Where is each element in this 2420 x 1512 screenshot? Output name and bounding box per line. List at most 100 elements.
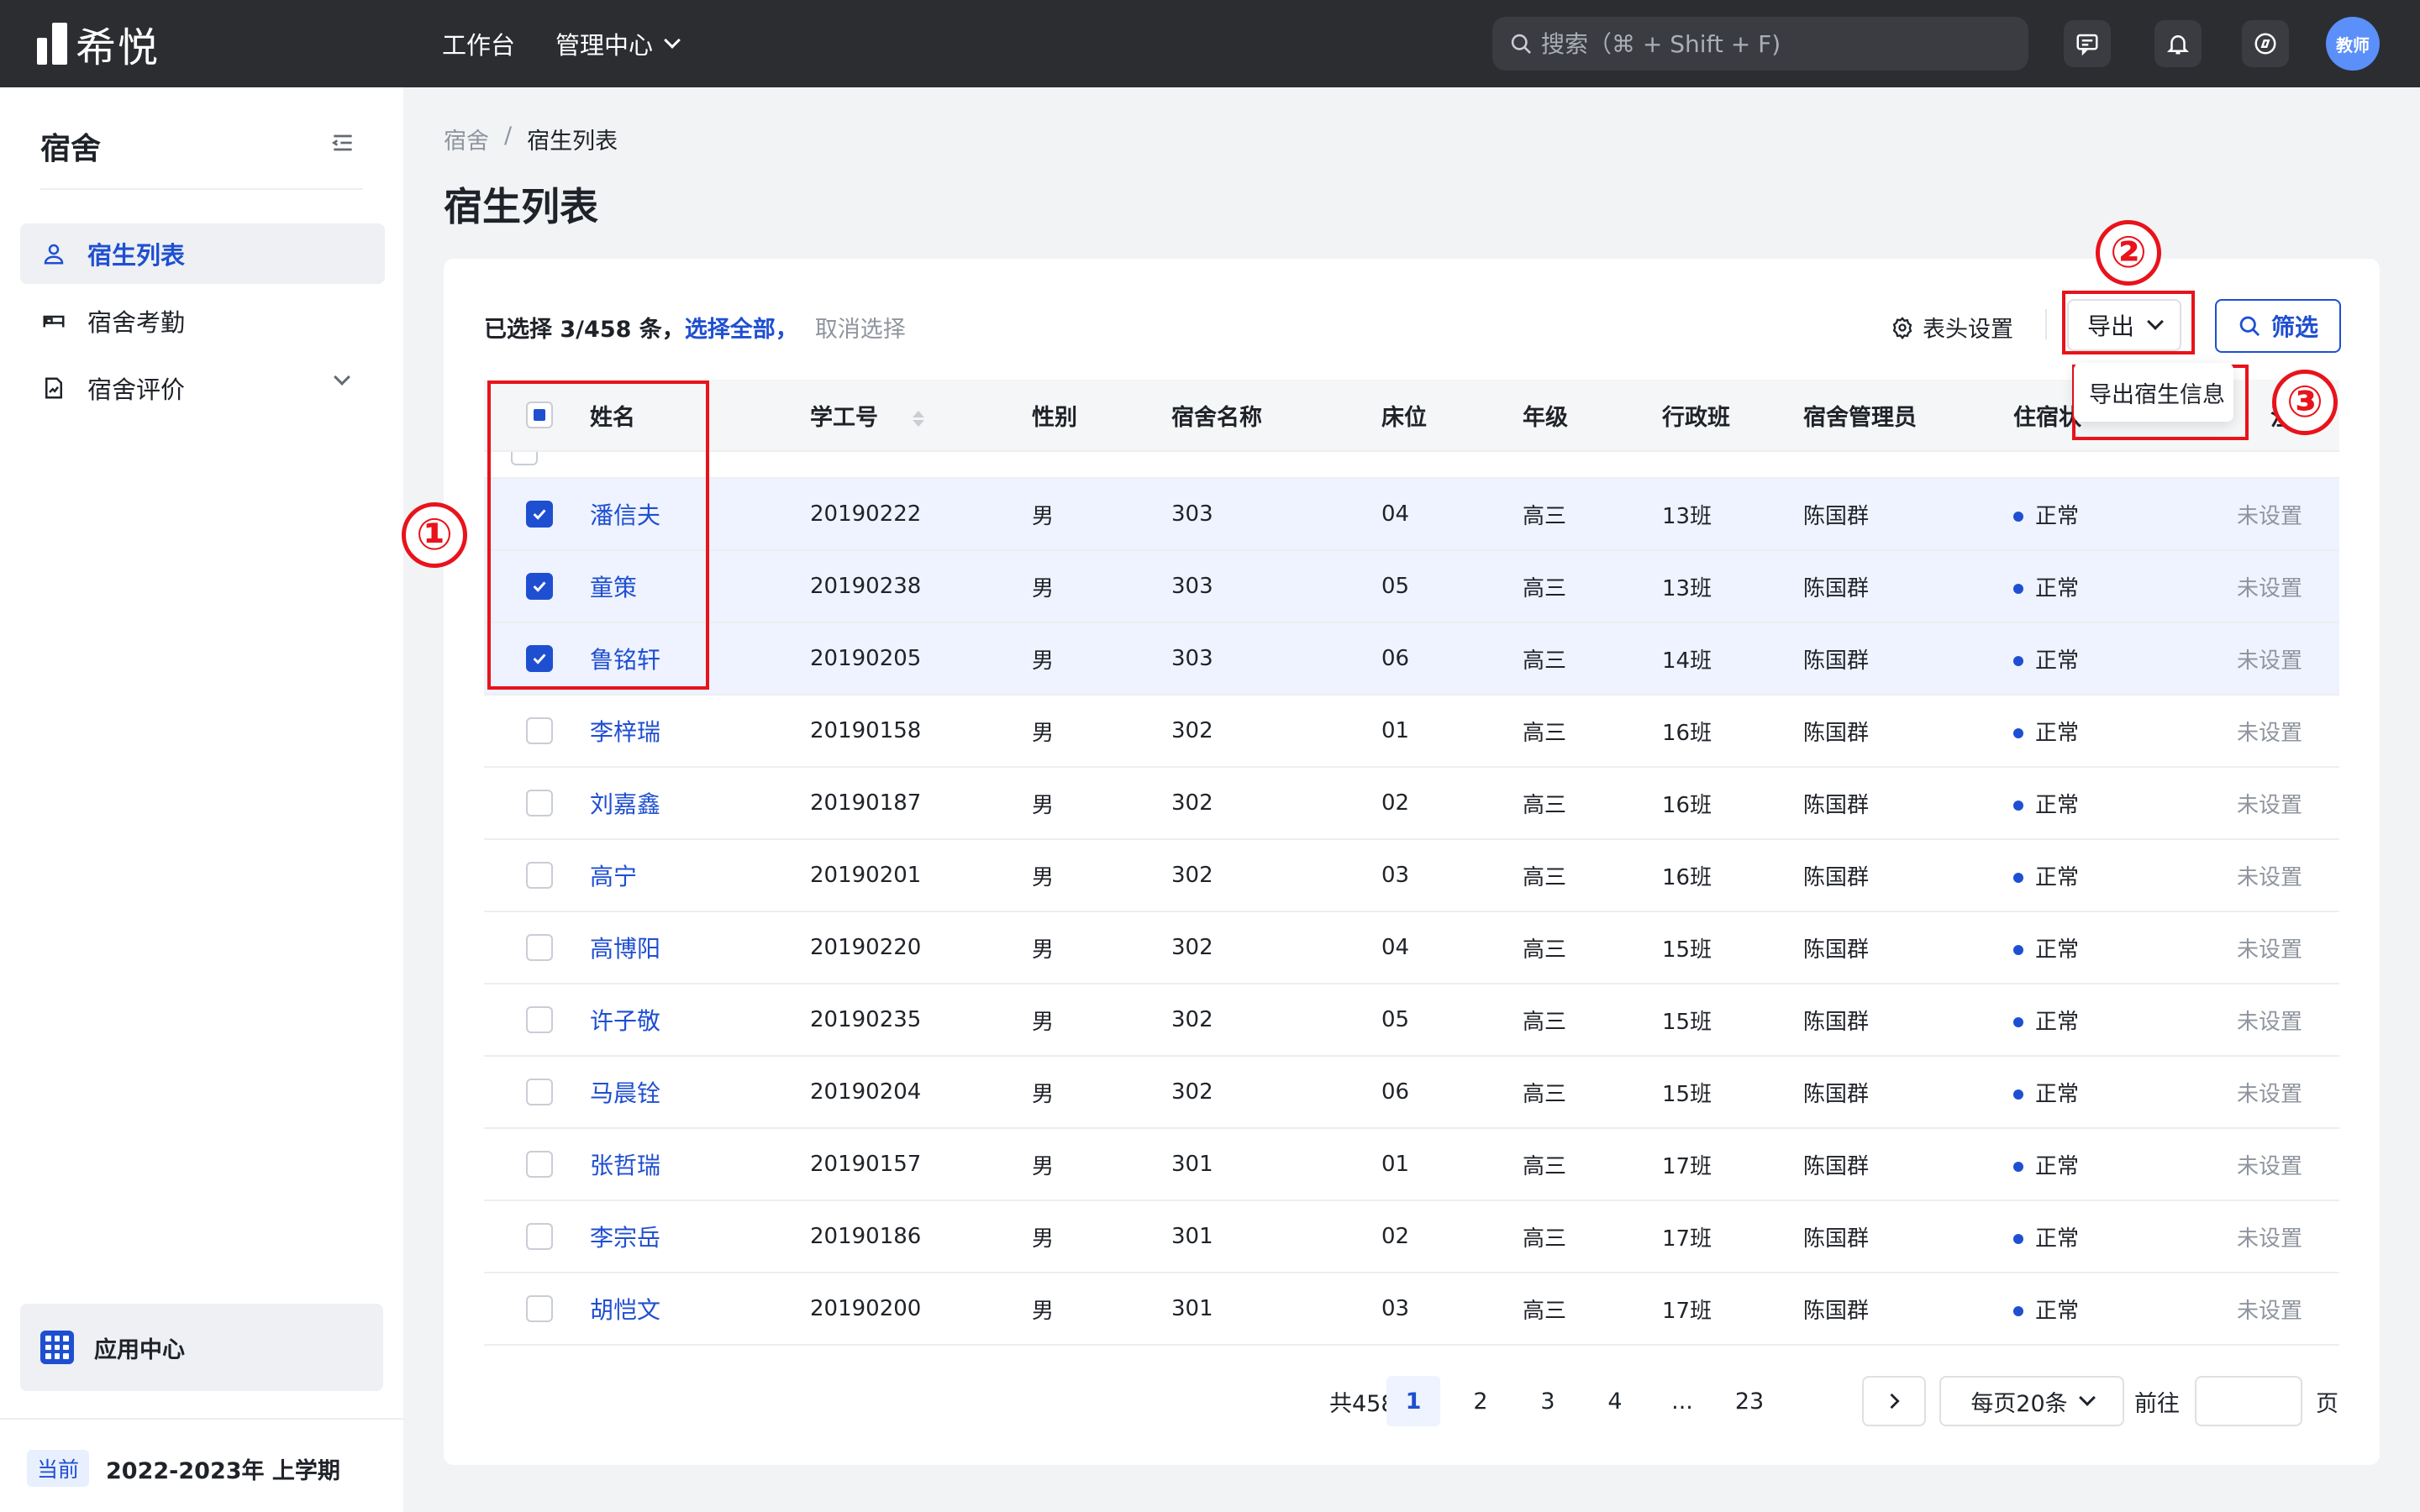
page-ellipsis[interactable]: ... [1655,1376,1709,1426]
export-resident-info-item[interactable]: 导出宿生信息 [2089,376,2225,409]
table-header: 姓名 学工号 性别 宿舍名称 床位 年级 行政班 宿舍管理员 住宿状 注 [484,380,2339,452]
col-bed: 床位 [1381,404,1427,431]
message-button[interactable] [2064,20,2111,67]
page-2[interactable]: 2 [1454,1376,1507,1426]
breadcrumb-root[interactable]: 宿舍 [444,123,489,155]
note: 未设置 [2237,575,2303,601]
resident-name-link[interactable]: 刘嘉鑫 [590,786,810,820]
help-button[interactable] [2242,20,2289,67]
sex: 男 [1032,1298,1055,1324]
admin-class: 17班 [1662,1298,1712,1324]
bed: 01 [1381,718,1410,743]
row-checkbox[interactable] [526,1006,553,1033]
table-body: 潘信夫 20190222 男 303 04 高三 13班 陈国群 正常 未设置 童策 20190238… [484,479,2339,1346]
chevron-down-icon [664,32,681,49]
resident-name-link[interactable]: 高宁 [590,858,810,892]
table-row[interactable]: 许子敬 20190235 男 302 05 高三 15班 陈国群 正常 未设置 [484,984,2339,1057]
table-row[interactable]: 张哲瑞 20190157 男 301 01 高三 17班 陈国群 正常 未设置 [484,1129,2339,1201]
sex: 男 [1032,720,1055,746]
row-checkbox[interactable] [526,1079,553,1105]
dorm-name: 302 [1171,790,1213,816]
page-4[interactable]: 4 [1588,1376,1642,1426]
collapse-sidebar-icon[interactable] [329,129,356,156]
sidebar-item-resident-list[interactable]: 宿生列表 [20,223,385,284]
status-dot [2013,801,2023,811]
dorm-manager: 陈国群 [1803,792,1870,818]
col-student-id[interactable]: 学工号 [810,399,1032,432]
sort-icon[interactable] [913,410,925,427]
sidebar-item-dorm-evaluation[interactable]: 宿舍评价 [20,358,385,418]
grade: 高三 [1523,1226,1567,1252]
global-search[interactable] [1492,17,2028,71]
resident-name-link[interactable]: 胡恺文 [590,1292,810,1326]
row-checkbox-cell [484,717,590,744]
residence-status: 正常 [2013,643,2223,675]
status-dot [2013,656,2023,666]
row-checkbox[interactable] [526,717,553,744]
table-row[interactable]: 刘嘉鑫 20190187 男 302 02 高三 16班 陈国群 正常 未设置 [484,768,2339,840]
resident-name-link[interactable]: 高博阳 [590,931,810,964]
row-checkbox-cell [484,790,590,816]
student-id: 20190157 [810,1152,922,1177]
row-checkbox[interactable] [526,1295,553,1322]
bed: 06 [1381,1079,1410,1105]
status-label: 正常 [2035,792,2080,818]
compass-icon [2254,33,2276,55]
row-checkbox[interactable] [526,1223,553,1250]
page-size-select[interactable]: 每页20条 [1939,1376,2124,1426]
bed-icon [40,307,67,334]
resident-name-link[interactable]: 李梓瑞 [590,714,810,748]
dorm-manager: 陈国群 [1803,1081,1870,1107]
page-23[interactable]: 23 [1723,1376,1776,1426]
col-dorm-name: 宿舍名称 [1171,404,1262,431]
sex: 男 [1032,1153,1055,1179]
status-label: 正常 [2035,575,2080,601]
admin-class: 15班 [1662,1009,1712,1035]
select-all-link[interactable]: 选择全部， [685,311,798,344]
search-input[interactable] [1541,29,2012,58]
sidebar-divider [40,188,363,190]
bed: 03 [1381,863,1410,888]
nav-workbench[interactable]: 工作台 [442,26,515,61]
row-checkbox[interactable] [526,790,553,816]
table-row[interactable]: 潘信夫 20190222 男 303 04 高三 13班 陈国群 正常 未设置 [484,479,2339,551]
goto-page-input[interactable] [2195,1376,2302,1426]
resident-name-link[interactable]: 马晨铨 [590,1075,810,1109]
sex: 男 [1032,1009,1055,1035]
filter-label: 筛选 [2270,313,2318,341]
filter-button[interactable]: 筛选 [2215,299,2341,353]
resident-name-link[interactable]: 许子敬 [590,1003,810,1037]
table-row[interactable]: 童策 20190238 男 303 05 高三 13班 陈国群 正常 未设置 [484,551,2339,623]
residence-status: 正常 [2013,1149,2223,1180]
table-row[interactable]: 李宗岳 20190186 男 301 02 高三 17班 陈国群 正常 未设置 [484,1201,2339,1273]
resident-name-link[interactable]: 张哲瑞 [590,1147,810,1181]
table-row[interactable]: 胡恺文 20190200 男 301 03 高三 17班 陈国群 正常 未设置 [484,1273,2339,1346]
row-checkbox[interactable] [526,1151,553,1178]
row-checkbox[interactable] [526,934,553,961]
app-center-button[interactable]: 应用中心 [20,1304,383,1391]
table-row[interactable]: 高博阳 20190220 男 302 04 高三 15班 陈国群 正常 未设置 [484,912,2339,984]
grade: 高三 [1523,864,1567,890]
bed: 05 [1381,1007,1410,1032]
resident-name-link[interactable]: 李宗岳 [590,1220,810,1253]
sidebar-item-dorm-attendance[interactable]: 宿舍考勤 [20,291,385,351]
table-row[interactable]: 马晨铨 20190204 男 302 06 高三 15班 陈国群 正常 未设置 [484,1057,2339,1129]
nav-management-center[interactable]: 管理中心 [555,26,681,61]
header-settings-button[interactable]: 表头设置 [1891,311,2013,344]
page-3[interactable]: 3 [1521,1376,1575,1426]
dorm-name: 303 [1171,574,1213,599]
notification-button[interactable] [2154,20,2202,67]
page-1[interactable]: 1 [1386,1376,1440,1426]
row-checkbox-cell [484,1006,590,1033]
table-row[interactable]: 高宁 20190201 男 302 03 高三 16班 陈国群 正常 未设置 [484,840,2339,912]
top-nav: 工作台 管理中心 [442,24,681,64]
table-row[interactable]: 李梓瑞 20190158 男 302 01 高三 16班 陈国群 正常 未设置 [484,696,2339,768]
next-page-button[interactable] [1862,1376,1926,1426]
sidebar-title: 宿舍 [40,132,102,166]
app-logo[interactable]: 希悦 [37,20,160,71]
user-avatar[interactable]: 教师 [2326,17,2380,71]
table-row[interactable]: 鲁铭轩 20190205 男 303 06 高三 14班 陈国群 正常 未设置 [484,623,2339,696]
row-checkbox[interactable] [526,862,553,889]
col-grade: 年级 [1523,404,1568,431]
cancel-selection-link[interactable]: 取消选择 [815,311,906,344]
